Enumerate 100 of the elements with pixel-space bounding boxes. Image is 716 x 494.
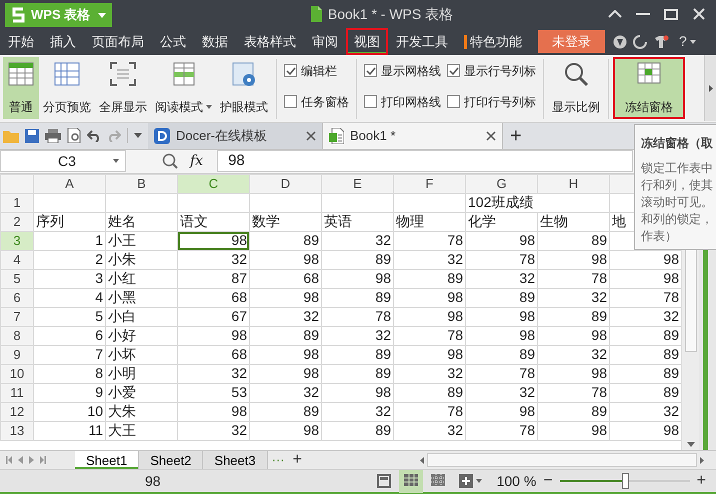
sheet-tab[interactable]: Sheet1 [75,451,140,469]
column-header[interactable]: F [394,174,466,194]
zoom-button[interactable]: 显示比例 [548,57,604,119]
view-mode-button[interactable]: 护眼模式 [216,57,272,119]
menu-tab[interactable]: 审阅 [304,28,346,55]
zoom-slider-thumb[interactable] [622,473,629,489]
menu-tab[interactable]: 数据 [194,28,236,55]
column-header[interactable]: A [34,174,106,194]
checkbox[interactable] [447,64,460,77]
row-header[interactable]: 4 [0,250,34,270]
row-header[interactable]: 5 [0,269,34,288]
print-icon[interactable] [45,128,61,143]
menu-tab[interactable]: 表格样式 [236,28,304,55]
status-value: 98 [145,472,161,490]
table-cell: 生物 [538,212,610,232]
table-cell: 89 [538,307,610,326]
spreadsheet-icon [329,128,344,144]
sheet-tab[interactable]: Sheet2 [139,451,204,469]
row-header[interactable]: 12 [0,402,34,422]
table-cell: 32 [466,383,538,402]
table-cell: 32 [394,421,466,440]
undo-icon[interactable] [87,130,101,142]
find-function-icon[interactable] [162,153,178,170]
print-preview-icon[interactable] [67,128,81,144]
insert-function-button[interactable]: fx [190,150,204,172]
view-button[interactable] [398,470,423,492]
row-header[interactable]: 1 [0,193,34,212]
menu-tab[interactable]: 页面布局 [84,28,152,55]
column-header[interactable]: H [538,174,610,194]
zoom-out-button[interactable]: − [539,469,557,493]
table-cell: 小爱 [106,383,178,402]
new-tab-button[interactable]: + [506,120,526,151]
view-mode-button[interactable]: 普通 [3,57,39,119]
checkbox[interactable] [447,95,460,108]
row-header[interactable]: 13 [0,421,34,440]
row-header[interactable]: 8 [0,326,34,346]
close-icon[interactable] [306,130,316,141]
row-header[interactable]: 6 [0,288,34,308]
column-header[interactable]: B [106,174,178,194]
table-cell: 89 [466,345,538,364]
close-icon[interactable] [486,130,496,141]
row-header[interactable]: 9 [0,345,34,364]
caret-icon [476,479,482,483]
collapse-icon[interactable] [608,10,622,18]
table-cell: 1 [34,231,106,250]
arrow-left-icon[interactable] [420,456,424,464]
maximize-icon[interactable] [664,8,678,20]
table-cell: 98 [538,364,610,384]
checkbox-label: 任务窗格 [301,94,349,110]
refresh-icon[interactable] [633,34,647,48]
view-mode-button[interactable]: 全屏显示 [95,57,151,119]
table-cell: 78 [322,307,394,326]
row-header[interactable]: 11 [0,383,34,402]
table-cell: 89 [250,231,322,250]
column-header[interactable]: G [466,174,538,194]
row-header[interactable]: 7 [0,307,34,326]
sheet-tab[interactable]: Sheet3 [203,451,268,469]
table-cell: 98 [250,364,322,384]
table-cell: 98 [250,288,322,308]
menu-tab[interactable]: 开发工具 [388,28,456,55]
menu-tab[interactable]: 视图 [346,28,388,55]
arrow-down-icon[interactable] [686,442,695,447]
checkbox[interactable] [364,64,377,77]
table-cell: 98 [394,288,466,308]
view-mode-button[interactable]: 阅读模式 [151,57,216,119]
document-tab[interactable]: Book1 * [323,122,503,149]
table-cell: 98 [322,269,394,288]
menu-tab[interactable]: 特色功能 [456,28,530,55]
name-box[interactable]: C3 [0,150,126,172]
table-cell: 32 [538,288,610,308]
column-header[interactable]: D [250,174,322,194]
menu-tab[interactable]: 公式 [152,28,194,55]
table-cell: 98 [466,307,538,326]
row-header[interactable]: 10 [0,364,34,384]
checkbox[interactable] [364,95,377,108]
horizontal-scrollbar[interactable] [427,453,697,467]
save-icon[interactable] [25,128,39,143]
menu-tab[interactable]: 开始 [0,28,42,55]
checkbox[interactable] [284,95,297,108]
search-icon [563,61,589,87]
freeze-panes-button[interactable]: 冻结窗格 [613,57,685,119]
dropdown-icon[interactable] [134,133,142,138]
formula-field[interactable]: 98 [217,150,633,172]
document-tab[interactable]: Docer-在线模板 [148,122,323,149]
shirt-icon[interactable] [653,34,669,48]
menu-tab[interactable]: 插入 [42,28,84,55]
view-mode-button[interactable]: 分页预览 [39,57,95,119]
accent-bar-icon [464,34,467,48]
checkbox[interactable] [284,64,297,77]
table-cell: 小朱 [106,250,178,270]
arrow-right-icon[interactable] [700,456,704,464]
help-button[interactable]: ? [675,31,700,52]
row-header[interactable]: 2 [0,212,34,232]
more-sheets-button[interactable]: ··· [268,450,289,470]
table-cell: 98 [538,326,610,346]
table-cell: 78 [538,269,610,288]
window-title: Book1 * - WPS 表格 [328,4,454,24]
column-header[interactable]: E [322,174,394,194]
zoom-in-button[interactable]: + [692,469,710,493]
add-sheet-button[interactable]: + [288,448,306,472]
